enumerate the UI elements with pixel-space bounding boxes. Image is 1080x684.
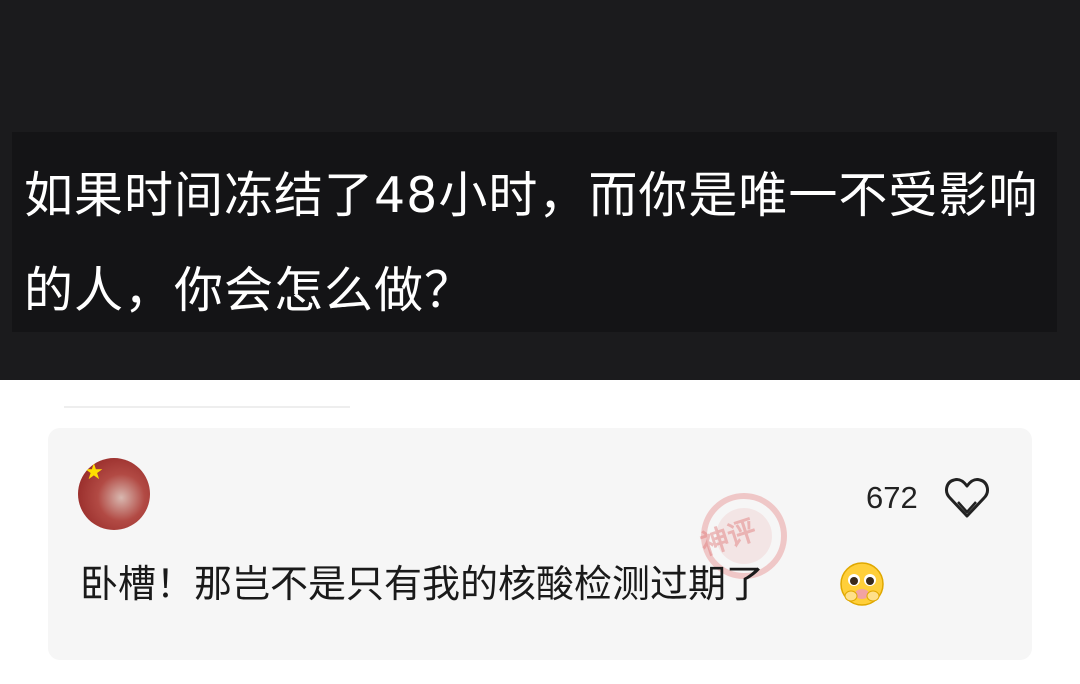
star-icon: ★ (84, 460, 104, 485)
divider (64, 406, 350, 408)
pleading-face-icon (840, 562, 884, 606)
like-count: 672 (866, 480, 918, 515)
comment-card (48, 428, 1032, 660)
heart-icon[interactable] (944, 476, 990, 520)
user-avatar-icon[interactable]: ★ (78, 458, 150, 530)
question-text: 如果时间冻结了48小时，而你是唯一不受影响的人，你会怎么做？ (24, 167, 1039, 319)
comment-text: 卧槽！那岂不是只有我的核酸检测过期了 (80, 562, 765, 606)
